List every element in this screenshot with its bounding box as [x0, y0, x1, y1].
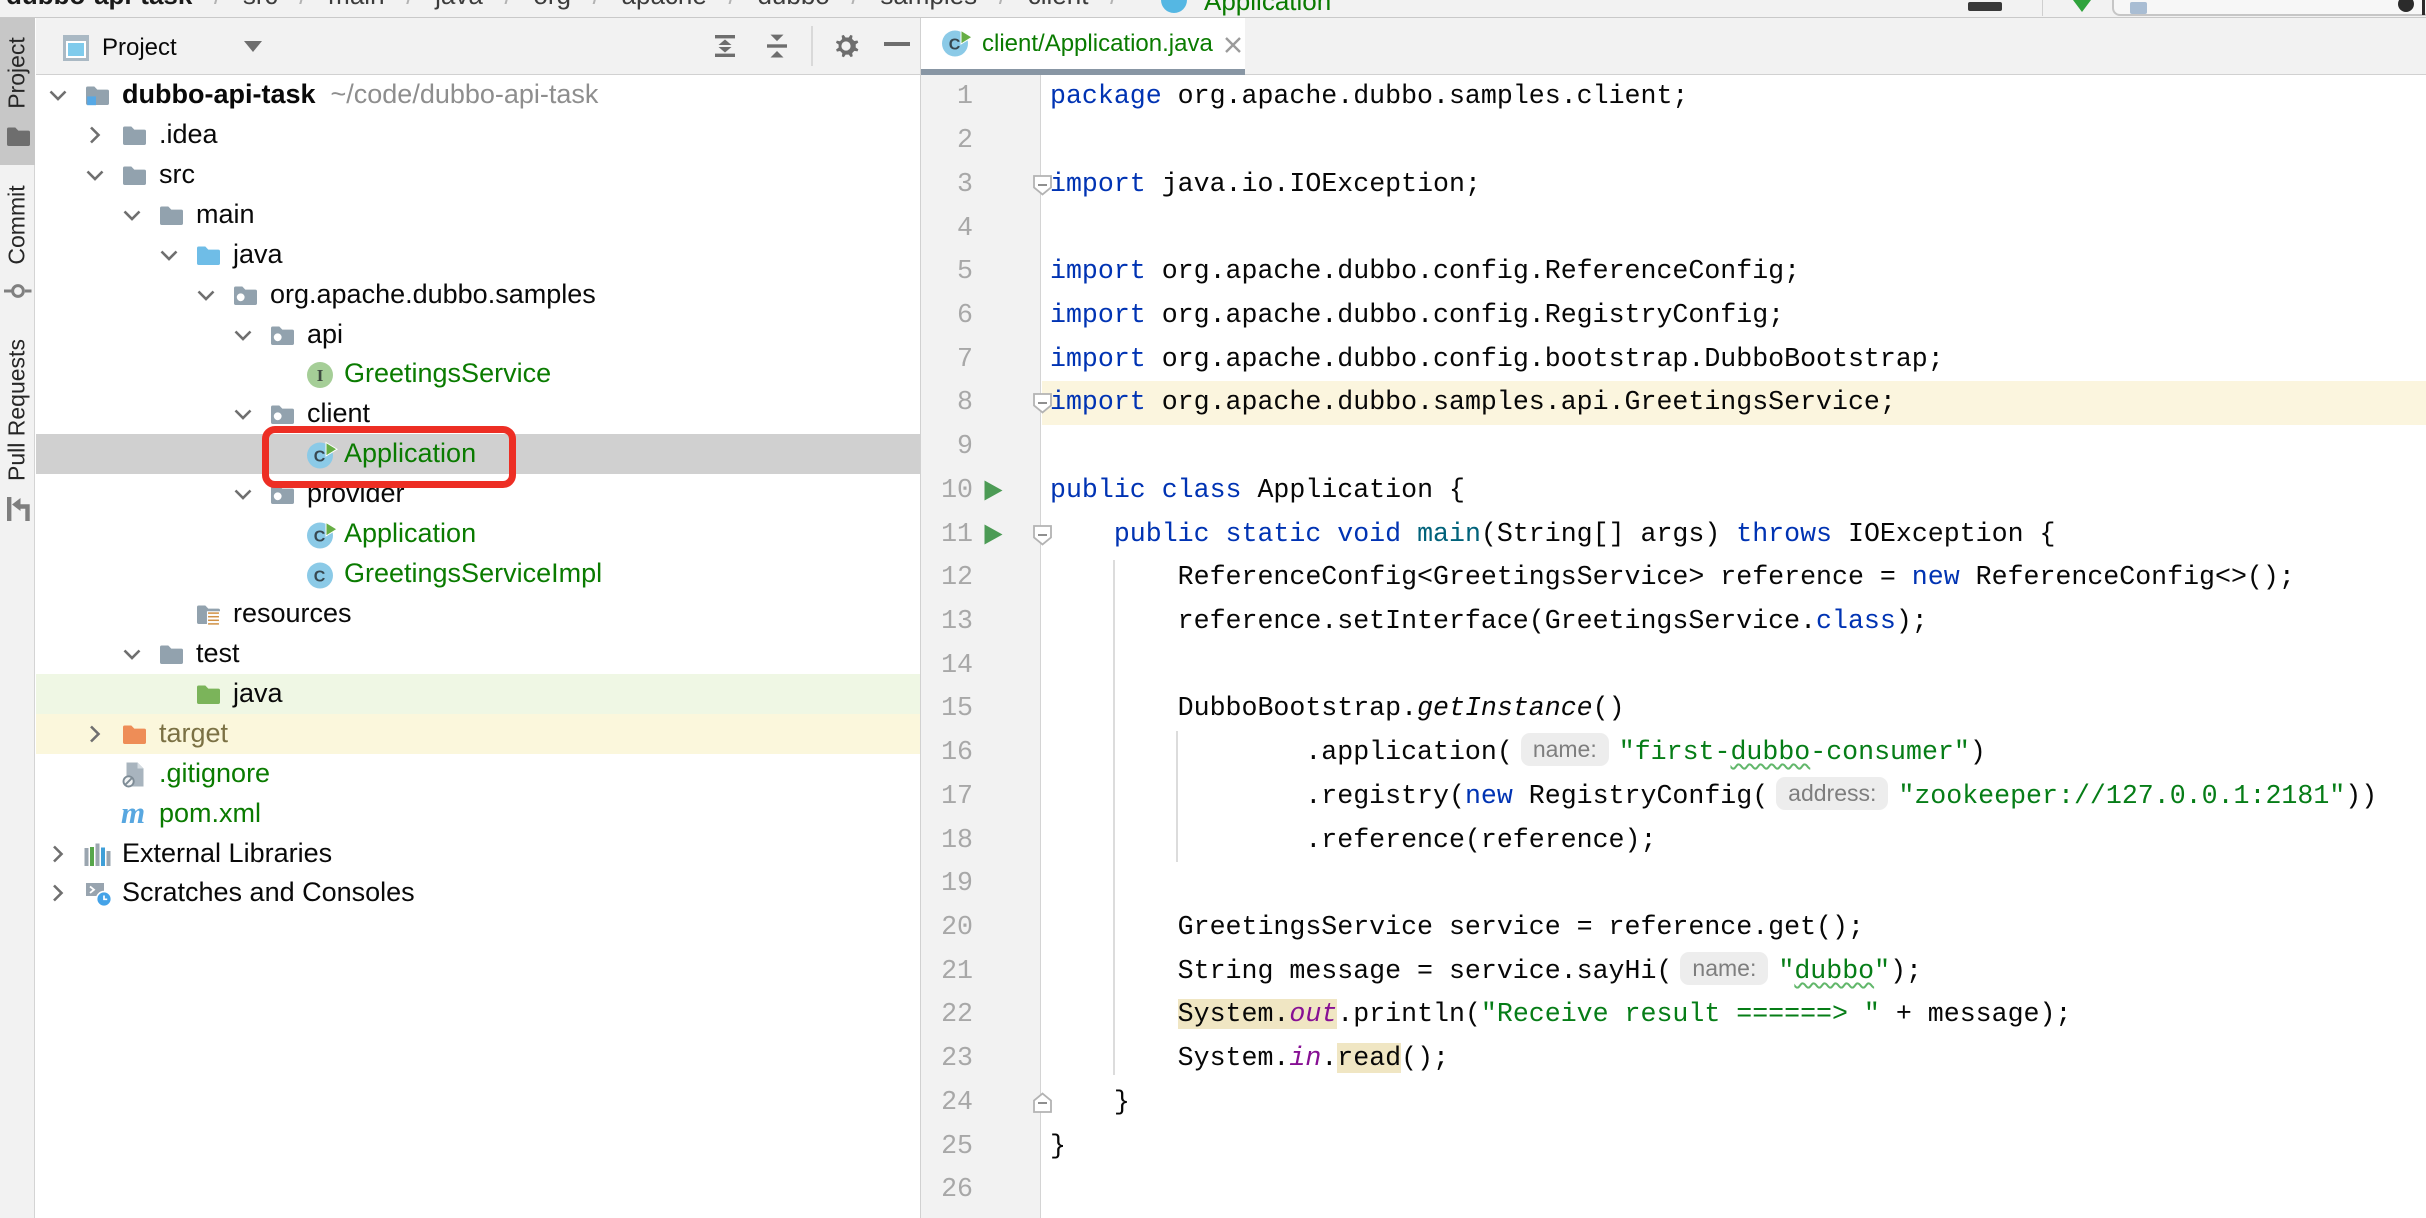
svg-text:C: C: [314, 529, 326, 546]
svg-text:C: C: [314, 569, 326, 586]
svg-text:I: I: [317, 366, 324, 385]
svg-text:C: C: [949, 37, 961, 54]
